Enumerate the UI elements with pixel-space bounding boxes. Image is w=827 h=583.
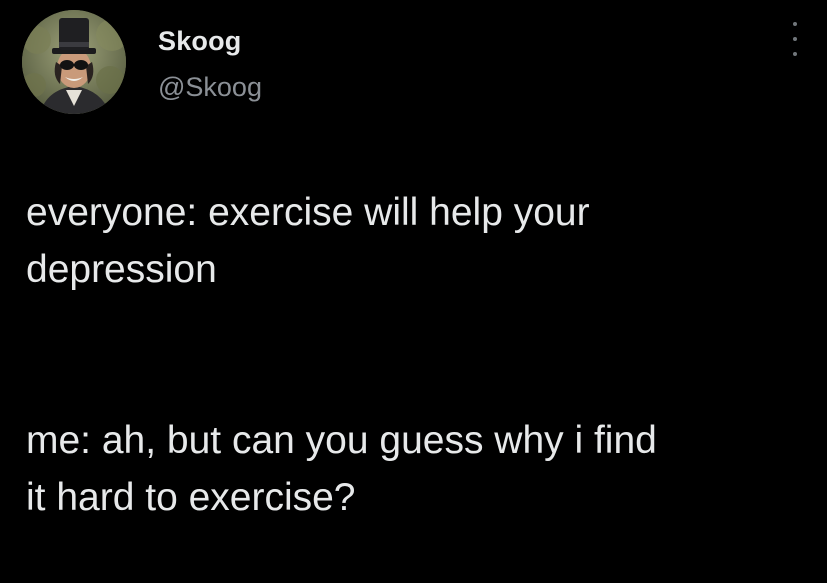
more-dot xyxy=(793,22,797,26)
tweet-paragraph: everyone: exercise will help your depres… xyxy=(26,191,590,291)
tweet-card: Skoog @Skoog everyone: exercise will hel… xyxy=(0,0,827,519)
author-handle[interactable]: @Skoog xyxy=(158,72,262,103)
author-display-name[interactable]: Skoog xyxy=(158,26,242,57)
more-dot xyxy=(793,52,797,56)
more-dot xyxy=(793,37,797,41)
tweet-text: everyone: exercise will help your depres… xyxy=(26,127,806,583)
avatar-image xyxy=(22,10,126,114)
more-options-icon[interactable] xyxy=(787,22,803,56)
tweet-paragraph: me: ah, but can you guess why i find it … xyxy=(26,419,657,519)
author-avatar[interactable] xyxy=(22,10,126,114)
